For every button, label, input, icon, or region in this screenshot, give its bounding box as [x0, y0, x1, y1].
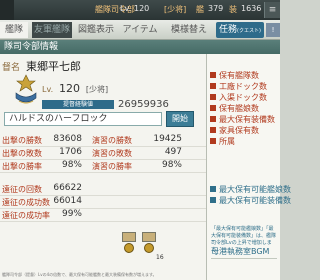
- divider: [211, 258, 277, 259]
- medal-ribbon: [142, 232, 156, 242]
- comment-edit-button[interactable]: 開始: [166, 111, 194, 127]
- exercise-losses: 497: [164, 147, 182, 157]
- stats-row: 遠征の回数 66622: [0, 183, 206, 196]
- rank-emblem-icon: [15, 74, 37, 104]
- list-item: 保有艦娘数: [210, 103, 275, 114]
- tab-items[interactable]: アイテム: [120, 22, 160, 38]
- stats-row: 出撃の勝数 83608 演習の勝数 19425: [0, 134, 206, 147]
- port-bgm-link[interactable]: 母港執務室BGM: [211, 246, 269, 257]
- item-count-label: 装: [229, 5, 237, 14]
- list-item: 家具保有数: [210, 125, 275, 136]
- list-item: 保有艦隊数: [210, 70, 275, 81]
- expedition-count-label: 遠征の回数: [2, 185, 42, 194]
- medal-count: 16: [156, 254, 164, 261]
- holdings-list: 保有艦隊数 工廠ドック数 入渠ドック数 保有艦娘数 最大保有装備数 家具保有数 …: [210, 70, 275, 147]
- medal-disc: [144, 243, 154, 253]
- commander-rank: [少将]: [164, 5, 187, 14]
- info-sidebar: 保有艦隊数 工廠ドック数 入渠ドック数 保有艦娘数 最大保有装備数 家具保有数 …: [206, 54, 291, 280]
- level-label: Lv.: [120, 4, 132, 13]
- sortie-losses: 1706: [59, 147, 82, 157]
- ship-count-label: 艦: [196, 5, 204, 14]
- tab-quests[interactable]: 任務(クエスト): [216, 22, 264, 38]
- section-title: 隊司令部情報: [0, 40, 280, 54]
- medal-ribbon: [122, 232, 136, 242]
- profile-panel: 督名 東郷平七郎 Lv. 120 [少将] 提督経験値 26959936 ハルド…: [0, 54, 206, 280]
- sortie-wins-label: 出撃の勝数: [2, 136, 42, 145]
- medal-disc: [124, 243, 134, 253]
- stats-row: 遠征の成功率 99%: [0, 209, 206, 222]
- menu-icon[interactable]: ≡: [264, 2, 280, 18]
- exercise-winrate-label: 演習の勝率: [92, 162, 132, 171]
- medal-icon: [142, 232, 156, 253]
- sortie-losses-label: 出撃の敗数: [2, 149, 42, 158]
- exercise-winrate: 98%: [161, 160, 182, 170]
- list-item: 最大保有可能装備数: [210, 195, 291, 206]
- profile-level-label: Lv.: [42, 85, 54, 94]
- capacity-list: 最大保有可能艦娘数 最大保有可能装備数: [210, 184, 291, 206]
- expedition-rate-label: 遠征の成功率: [2, 211, 50, 220]
- expedition-count: 66622: [53, 183, 82, 193]
- tab-friend-fleet[interactable]: 友軍艦隊: [32, 22, 72, 38]
- exercise-wins-label: 演習の勝数: [92, 136, 132, 145]
- exercise-losses-label: 演習の敗数: [92, 149, 132, 158]
- list-item: 最大保有装備数: [210, 114, 275, 125]
- profile-level: 120: [59, 82, 80, 95]
- exp-label: 提督経験値: [42, 100, 114, 109]
- medal-icon: [122, 232, 136, 253]
- level-row: Lv. 120 [少将]: [42, 82, 108, 95]
- list-item: 所属: [210, 136, 275, 147]
- tab-bar: 艦隊 友軍艦隊 図鑑表示 アイテム 模様替え 任務(クエスト) !: [0, 20, 280, 40]
- top-bar-edge: [0, 0, 14, 20]
- stats-row: 出撃の敗数 1706 演習の敗数 497: [0, 147, 206, 160]
- comment-field[interactable]: ハルドスのハーフロック: [4, 112, 162, 126]
- expedition-success-label: 遠征の成功数: [2, 198, 50, 207]
- expedition-success: 66014: [53, 196, 82, 206]
- footnote: 艦隊司令部（提督）Lvの4の倍数で、最大保有可能艦数と最大装備保有数が増えます。: [2, 272, 157, 277]
- tab-quests-label: 任務: [219, 25, 238, 35]
- admiral-name: 東郷平七郎: [26, 60, 81, 73]
- list-item: 入渠ドック数: [210, 92, 275, 103]
- quest-icon[interactable]: !: [266, 23, 280, 37]
- stats-row: 遠征の成功数 66014: [0, 196, 206, 209]
- stats-row: 出撃の勝率 98% 演習の勝率 98%: [0, 160, 206, 173]
- tab-encyclopedia[interactable]: 図鑑表示: [76, 22, 116, 38]
- exp-value: 26959936: [118, 99, 169, 110]
- battle-stats: 出撃の勝数 83608 演習の勝数 19425 出撃の敗数 1706 演習の敗数…: [0, 134, 206, 222]
- sortie-wins: 83608: [53, 134, 82, 144]
- profile-rank: [少将]: [85, 85, 109, 94]
- tab-quests-sub: (クエスト): [237, 28, 261, 34]
- top-status-bar: 艦隊司令部 Lv. 120 [少将] 艦 379 装 1636 ≡: [0, 0, 280, 20]
- list-item: 最大保有可能艦娘数: [210, 184, 291, 195]
- tab-fleet[interactable]: 艦隊: [0, 22, 28, 38]
- list-item: 工廠ドック数: [210, 81, 275, 92]
- expedition-rate: 99%: [61, 209, 82, 219]
- exercise-wins: 19425: [153, 134, 182, 144]
- ship-count: 379: [208, 4, 224, 13]
- item-count: 1636: [241, 4, 262, 13]
- commander-level: 120: [134, 4, 150, 13]
- name-label: 督名: [2, 63, 21, 73]
- sortie-winrate-label: 出撃の勝率: [2, 162, 42, 171]
- tab-furniture[interactable]: 模様替え: [164, 22, 214, 38]
- sortie-winrate: 98%: [61, 160, 82, 170]
